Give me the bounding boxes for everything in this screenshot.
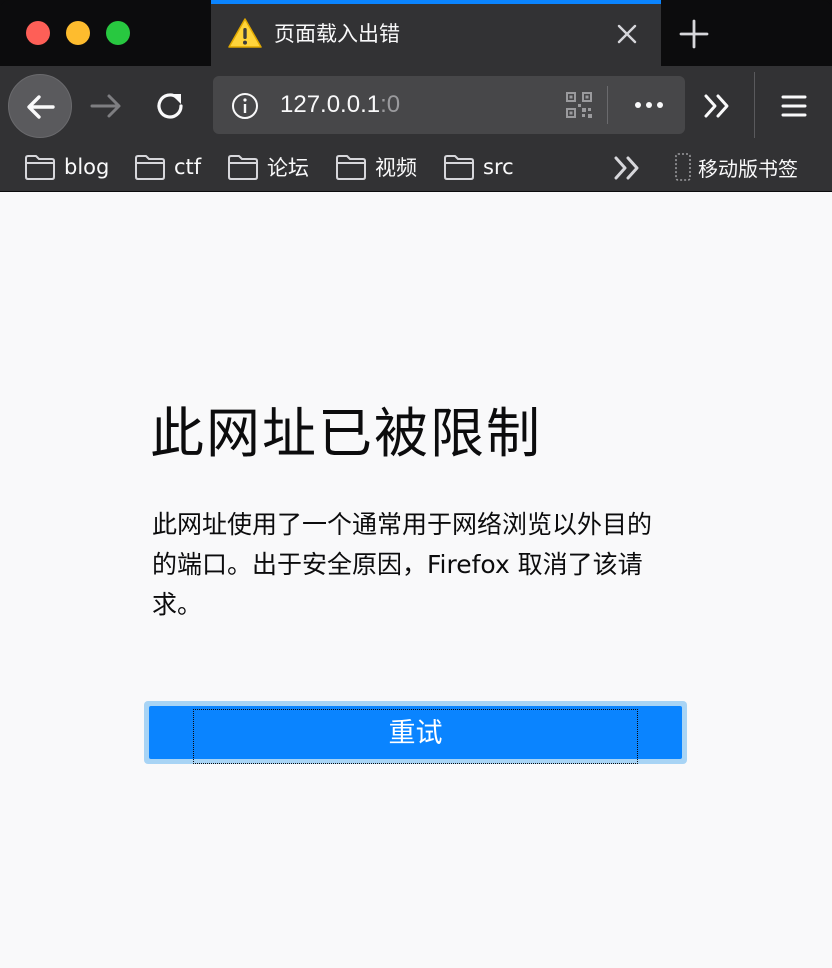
folder-icon: [228, 155, 258, 180]
tab-strip: 页面载入出错: [0, 0, 832, 66]
mobile-phone-icon: [675, 153, 691, 181]
window-close-button[interactable]: [26, 21, 50, 45]
url-port: :0: [380, 91, 401, 118]
bookmark-folder-src[interactable]: src: [443, 150, 514, 184]
overflow-chevron-icon[interactable]: [700, 90, 734, 122]
window-minimize-button[interactable]: [66, 21, 90, 45]
folder-icon: [336, 155, 366, 180]
retry-button-focus-ring: 重试: [144, 701, 687, 764]
bookmark-label: ctf: [174, 155, 202, 179]
bookmark-label: src: [483, 155, 514, 179]
close-tab-icon[interactable]: [613, 20, 641, 48]
hamburger-menu-icon[interactable]: [778, 90, 810, 122]
info-icon[interactable]: [231, 92, 259, 120]
folder-icon: [444, 155, 474, 180]
mobile-bookmarks-label: 移动版书签: [698, 156, 798, 181]
bookmark-folder-forum[interactable]: 论坛: [227, 150, 309, 184]
window-maximize-button[interactable]: [106, 21, 130, 45]
tab-active[interactable]: 页面载入出错: [211, 0, 661, 66]
back-button[interactable]: [8, 74, 72, 138]
bookmark-folder-ctf[interactable]: ctf: [134, 150, 201, 184]
navigation-toolbar: 127.0.0.1:0: [0, 66, 832, 144]
bookmark-folder-video[interactable]: 视频: [335, 150, 417, 184]
back-arrow-icon: [27, 95, 55, 119]
retry-button[interactable]: 重试: [149, 706, 682, 764]
error-page: 此网址已被限制 此网址使用了一个通常用于网络浏览以外目的的端口。出于安全原因，F…: [0, 192, 832, 968]
mobile-bookmarks[interactable]: 移动版书签: [674, 150, 798, 184]
error-description: 此网址使用了一个通常用于网络浏览以外目的的端口。出于安全原因，Firefox 取…: [152, 510, 653, 619]
bookmark-label: 论坛: [267, 156, 309, 180]
qr-code-icon[interactable]: [565, 91, 593, 119]
bookmark-label: 视频: [375, 156, 417, 180]
tab-title: 页面载入出错: [274, 22, 400, 46]
retry-button-label: 重试: [388, 718, 443, 749]
url-bar-divider: [607, 86, 608, 124]
url-text[interactable]: 127.0.0.1:0: [280, 90, 400, 120]
folder-icon: [135, 155, 165, 180]
bookmarks-toolbar: blog ctf 论坛 视频 src 移动版书签: [0, 144, 832, 192]
error-title: 此网址已被限制: [150, 402, 542, 465]
warning-icon: [228, 18, 262, 48]
bookmark-label: blog: [64, 155, 110, 179]
url-bar[interactable]: 127.0.0.1:0: [213, 76, 685, 134]
browser-window: 页面载入出错 127.0.0.1:0 blog ctf 论坛 视频 src 移动…: [0, 0, 832, 968]
more-dots-icon[interactable]: [631, 90, 667, 120]
url-host: 127.0.0.1: [280, 91, 381, 118]
reload-icon[interactable]: [152, 88, 188, 124]
folder-icon: [25, 155, 55, 180]
toolbar-divider: [754, 72, 755, 138]
new-tab-plus-icon[interactable]: [676, 16, 712, 52]
forward-arrow-icon[interactable]: [88, 90, 124, 122]
bookmarks-overflow-chevron-icon[interactable]: [610, 152, 644, 184]
bookmark-folder-blog[interactable]: blog: [24, 150, 109, 184]
